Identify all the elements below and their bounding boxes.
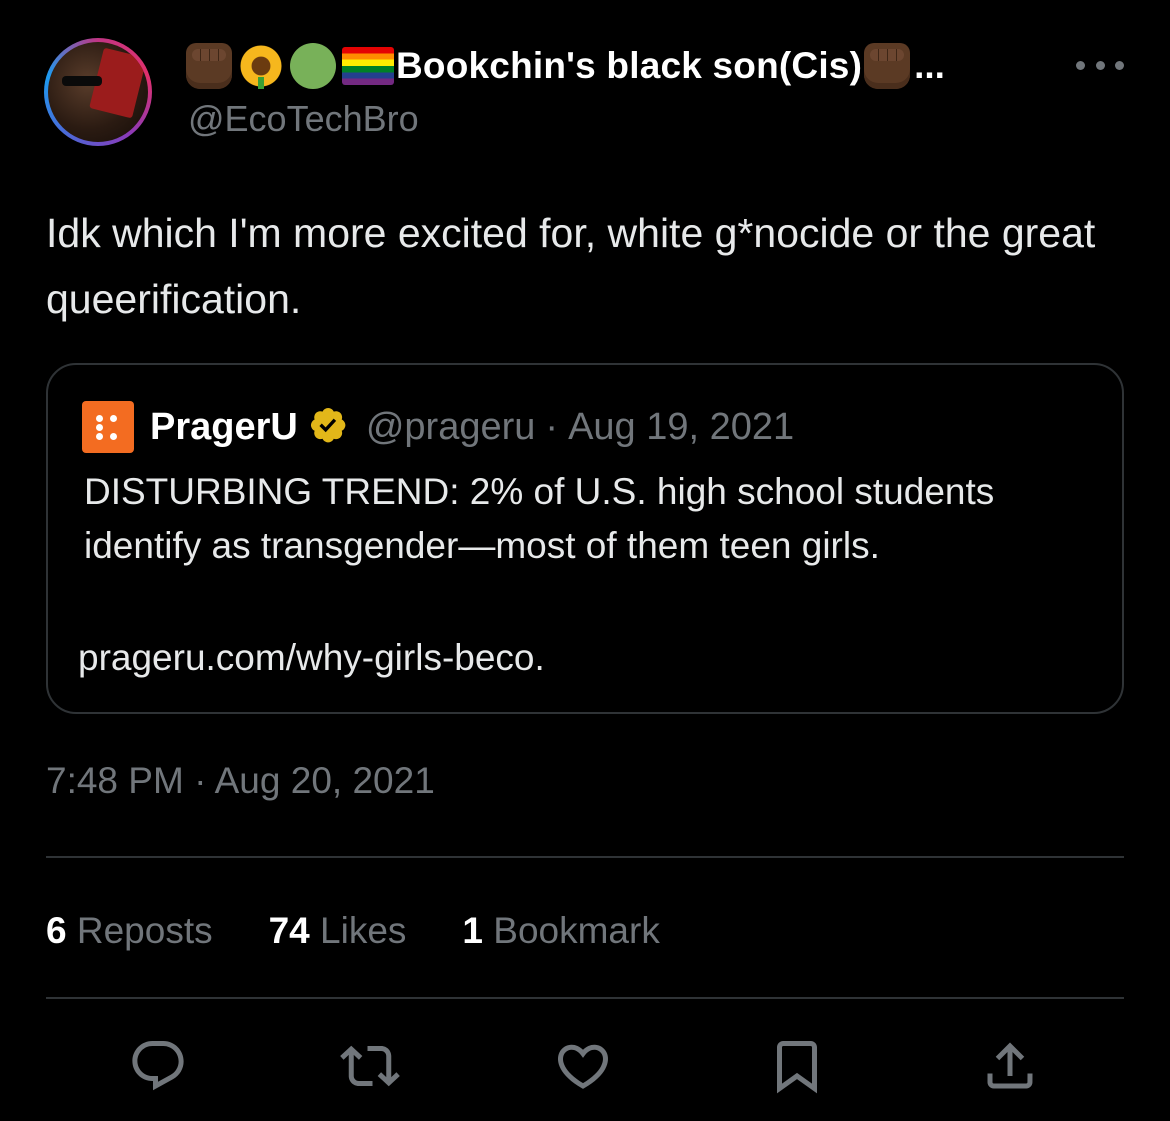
- raised-fist-dark-skin-icon: [186, 43, 232, 89]
- name-truncation: ...: [914, 45, 945, 86]
- rainbow-flag-icon: [342, 47, 394, 85]
- bookmarks-label: Bookmark: [493, 910, 660, 951]
- quoted-tweet-header: PragerU @prageru · Aug 19, 2021: [150, 399, 794, 455]
- more-options-icon[interactable]: [1076, 55, 1124, 75]
- meta-separator: ·: [545, 405, 559, 448]
- author-display-name[interactable]: Bookchin's black son(Cis): [396, 45, 862, 87]
- green-circle-icon: [290, 43, 336, 89]
- quoted-tweet[interactable]: PragerU @prageru · Aug 19, 2021 DISTURBI…: [46, 363, 1124, 714]
- bookmarks-count: 1: [462, 910, 483, 951]
- more-dot: [1095, 60, 1105, 70]
- raised-fist-dark-skin-icon: [864, 43, 911, 89]
- reposts-count: 6: [46, 910, 67, 951]
- verified-badge-icon: [308, 405, 352, 449]
- likes-stat[interactable]: 74 Likes: [269, 910, 407, 952]
- bookmarks-stat[interactable]: 1 Bookmark: [462, 910, 659, 952]
- like-icon[interactable]: [553, 1036, 613, 1096]
- divider: [46, 997, 1124, 999]
- author-avatar[interactable]: [44, 38, 152, 146]
- divider: [46, 856, 1124, 858]
- reposts-label: Reposts: [76, 910, 213, 951]
- reposts-stat[interactable]: 6 Reposts: [46, 910, 213, 952]
- quoted-author-handle[interactable]: @prageru: [366, 406, 536, 449]
- prageru-logo-icon: [82, 401, 134, 453]
- quoted-tweet-text: DISTURBING TREND: 2% of U.S. high school…: [84, 471, 995, 566]
- engagement-stats: 6 Reposts 74 Likes 1 Bookmark: [46, 906, 716, 956]
- tweet-text: Idk which I'm more excited for, white g*…: [46, 210, 1096, 322]
- more-dot: [1076, 60, 1085, 70]
- share-icon[interactable]: [980, 1036, 1040, 1096]
- repost-icon[interactable]: [340, 1036, 400, 1096]
- quoted-tweet-date[interactable]: Aug 19, 2021: [568, 406, 794, 449]
- avatar-sunglasses-shape: [62, 76, 102, 86]
- sunflower-icon: [238, 43, 284, 89]
- author-handle[interactable]: @EcoTechBro: [188, 98, 419, 140]
- author-name-row[interactable]: Bookchin's black son(Cis) ...: [186, 40, 945, 92]
- avatar-image: [48, 42, 148, 142]
- quoted-tweet-link[interactable]: prageru.com/why-girls-beco.: [78, 631, 545, 685]
- tweet-timestamp[interactable]: 7:48 PM · Aug 20, 2021: [46, 760, 435, 802]
- reply-icon[interactable]: [128, 1036, 188, 1096]
- likes-label: Likes: [320, 910, 407, 951]
- quoted-author-name[interactable]: PragerU: [150, 406, 298, 449]
- more-dot: [1115, 60, 1124, 70]
- tweet: Bookchin's black son(Cis) ... @EcoTechBr…: [0, 0, 1170, 1121]
- bookmark-icon[interactable]: [767, 1036, 827, 1096]
- likes-count: 74: [268, 910, 310, 951]
